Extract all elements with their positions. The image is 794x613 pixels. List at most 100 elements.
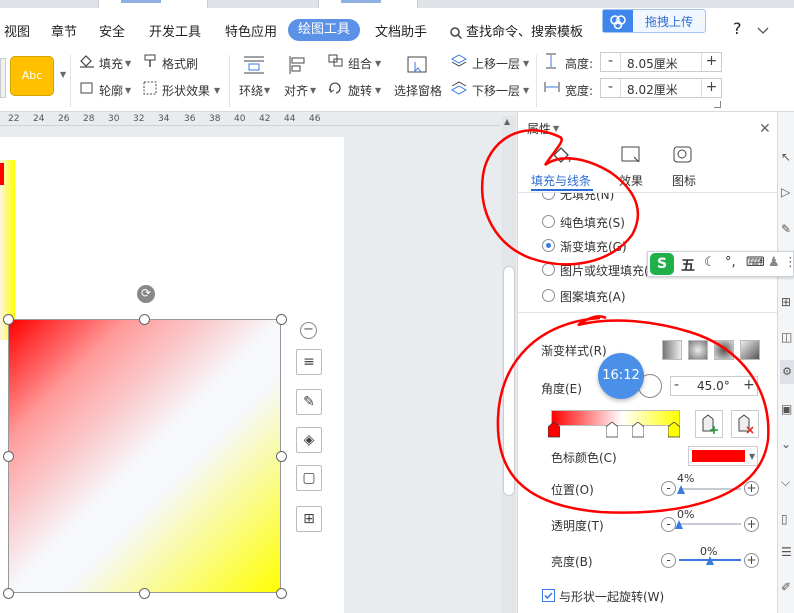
position-slider-track[interactable]	[679, 488, 741, 490]
menu-doc-assistant[interactable]: 文档助手	[375, 21, 427, 40]
shape-fill-icon[interactable]: ◈	[296, 427, 322, 453]
user-icon[interactable]: ♟	[768, 255, 780, 270]
option-pattern-fill[interactable]: 图案填充(A)	[560, 288, 626, 305]
sidebar-arrow-icon[interactable]: ↖	[781, 150, 791, 164]
height-field[interactable]: - 8.05厘米 +	[600, 52, 722, 72]
format-painter-button[interactable]: 格式刷	[162, 55, 198, 72]
transparency-increase-button[interactable]: +	[744, 517, 759, 532]
radio-picture-fill[interactable]	[542, 263, 555, 276]
align-button[interactable]: 对齐	[284, 82, 308, 99]
shape-outline-icon[interactable]: ▢	[296, 465, 322, 491]
gradient-style-path[interactable]	[740, 340, 760, 360]
sidebar-image-icon[interactable]: ▣	[781, 402, 792, 416]
moon-icon[interactable]: ☾	[704, 255, 716, 270]
wrap-button[interactable]: 环绕	[239, 82, 263, 99]
group-dropdown[interactable]: ▼	[375, 59, 381, 68]
angle-increase-button[interactable]: +	[743, 377, 755, 393]
brightness-increase-button[interactable]: +	[744, 553, 759, 568]
layout-options-icon[interactable]: ≡	[296, 349, 322, 375]
rotate-dropdown[interactable]: ▼	[375, 86, 381, 95]
resize-handle-top-right[interactable]	[276, 314, 287, 325]
resize-handle-bottom-left[interactable]	[3, 588, 14, 599]
bring-forward-button[interactable]: 上移一层	[472, 55, 520, 72]
option-solid-fill[interactable]: 纯色填充(S)	[560, 214, 625, 231]
resize-handle-top-left[interactable]	[3, 314, 14, 325]
width-value[interactable]: 8.02厘米	[627, 81, 678, 98]
radio-solid-fill[interactable]	[542, 215, 555, 228]
delete-gradient-stop-icon[interactable]	[731, 410, 759, 438]
width-field[interactable]: - 8.02厘米 +	[600, 78, 722, 98]
transparency-slider-track[interactable]	[679, 523, 741, 525]
panel-title-dropdown[interactable]: ▼	[553, 124, 559, 133]
rotate-with-shape-label[interactable]: 与形状一起旋转(W)	[559, 588, 664, 605]
close-icon[interactable]: ✕	[759, 121, 771, 137]
sidebar-list-icon[interactable]: ☰	[781, 545, 792, 559]
sidebar-shape-icon[interactable]: ◫	[781, 330, 792, 344]
shape-effects-button[interactable]: 形状效果	[162, 82, 210, 99]
resize-handle-right[interactable]	[276, 451, 287, 462]
size-dialog-launcher[interactable]	[714, 101, 721, 108]
menu-view[interactable]: 视图	[4, 21, 30, 40]
gradient-stop-white-1[interactable]	[605, 421, 619, 438]
align-dropdown[interactable]: ▼	[310, 86, 316, 95]
fill-dropdown[interactable]: ▼	[125, 59, 131, 68]
keyboard-icon[interactable]: ⌨	[746, 255, 765, 270]
add-gradient-stop-icon[interactable]	[695, 410, 723, 438]
height-decrease-button[interactable]: -	[601, 53, 621, 71]
shape-effects-dropdown[interactable]: ▼	[214, 86, 220, 95]
document-tab-1[interactable]	[98, 0, 208, 8]
sidebar-table-icon[interactable]: ⊞	[781, 295, 791, 309]
stop-color-dropdown[interactable]: ▼	[749, 452, 755, 461]
input-method-toolbar[interactable]: S 五 ☾ °, ⌨ ♟ ⋮	[647, 251, 794, 277]
wrap-dropdown[interactable]: ▼	[264, 86, 270, 95]
sidebar-play-icon[interactable]: ▷	[781, 185, 790, 199]
sidebar-down-icon[interactable]: ⌄	[781, 437, 791, 451]
outline-dropdown[interactable]: ▼	[125, 86, 131, 95]
selected-gradient-shape[interactable]	[8, 319, 281, 593]
menu-security[interactable]: 安全	[99, 21, 125, 40]
width-increase-button[interactable]: +	[701, 79, 721, 97]
gradient-stop-red[interactable]	[547, 421, 561, 438]
transparency-decrease-button[interactable]: -	[661, 517, 676, 532]
scrollbar-thumb[interactable]	[503, 266, 515, 496]
shape-style-preview[interactable]: Abc	[10, 56, 54, 96]
resize-handle-bottom-right[interactable]	[276, 588, 287, 599]
sidebar-pen-icon[interactable]: ✎	[781, 222, 791, 236]
option-picture-fill[interactable]: 图片或纹理填充(P)	[560, 262, 661, 279]
position-decrease-button[interactable]: -	[661, 481, 676, 496]
menu-section[interactable]: 章节	[51, 21, 77, 40]
tab-icons[interactable]: 图标	[672, 172, 696, 189]
clock-widget[interactable]: 16:12	[598, 353, 644, 399]
help-icon[interactable]: ?	[733, 19, 742, 38]
ime-logo[interactable]: S	[650, 253, 674, 275]
rotate-with-shape-checkbox[interactable]	[542, 589, 555, 602]
minimize-ribbon-icon[interactable]	[757, 25, 769, 37]
radio-no-fill[interactable]	[542, 193, 555, 200]
more-shape-tools-icon[interactable]: ⊞	[296, 506, 322, 532]
gradient-style-rectangular[interactable]	[714, 340, 734, 360]
group-button[interactable]: 组合	[348, 55, 372, 72]
gradient-style-radial[interactable]	[688, 340, 708, 360]
tab-effects[interactable]: 效果	[619, 172, 643, 189]
punctuation-icon[interactable]: °,	[725, 255, 736, 270]
tab-fill-and-line[interactable]: 填充与线条	[531, 172, 591, 189]
collapse-toolbar-icon[interactable]: −	[300, 322, 317, 339]
menu-developer-tools[interactable]: 开发工具	[149, 21, 201, 40]
menu-drawing-tools[interactable]: 绘图工具	[288, 19, 361, 41]
scroll-up-arrow-icon[interactable]: ▲	[504, 117, 510, 126]
width-decrease-button[interactable]: -	[601, 79, 621, 97]
radio-pattern-fill[interactable]	[542, 289, 555, 302]
send-backward-button[interactable]: 下移一层	[472, 82, 520, 99]
radio-gradient-fill[interactable]	[542, 239, 555, 252]
rotate-handle-icon[interactable]: ⟳	[137, 285, 155, 303]
resize-handle-bottom[interactable]	[139, 588, 150, 599]
send-backward-dropdown[interactable]: ▼	[523, 86, 529, 95]
style-gallery-dropdown[interactable]: ▼	[60, 70, 66, 79]
option-gradient-fill[interactable]: 渐变填充(G)	[560, 238, 627, 255]
more-icon[interactable]: ⋮	[784, 255, 794, 270]
resize-handle-left[interactable]	[3, 451, 14, 462]
resize-handle-top[interactable]	[139, 314, 150, 325]
selection-pane-button[interactable]: 选择窗格	[394, 82, 442, 99]
option-no-fill[interactable]: 无填充(N)	[560, 193, 614, 203]
previous-shape-edge[interactable]	[0, 160, 15, 340]
